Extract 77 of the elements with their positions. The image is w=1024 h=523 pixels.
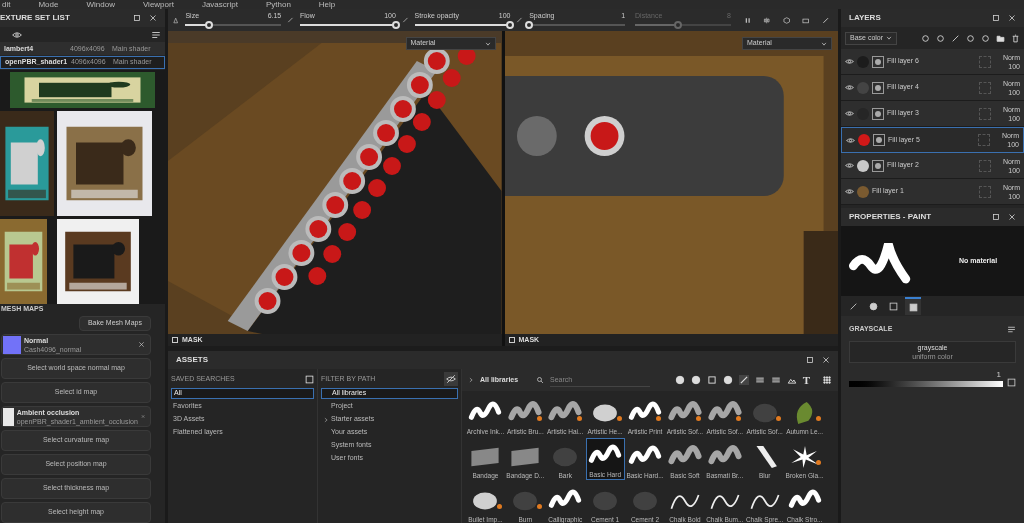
- brush-icon: [951, 33, 960, 43]
- slider[interactable]: [414, 21, 511, 30]
- menu-item[interactable]: Window: [86, 1, 115, 9]
- close-icon: [140, 413, 145, 420]
- search-icon: [536, 376, 544, 384]
- slider[interactable]: [849, 380, 1003, 387]
- badge-icon: [696, 416, 702, 421]
- brush-filter-icon: [738, 375, 749, 385]
- text-filter-button[interactable]: T: [802, 374, 810, 386]
- badge-icon: [536, 504, 542, 509]
- chevron-icon: [468, 377, 474, 383]
- eye-icon: [845, 83, 854, 92]
- badge-icon: [656, 416, 662, 421]
- caret-icon: [821, 40, 827, 47]
- menu-item[interactable]: dit: [2, 1, 11, 9]
- float-icon: [806, 356, 814, 364]
- panel-title: ASSETS: [176, 354, 208, 366]
- square-filter-icon: [706, 375, 717, 385]
- mask-thumbnail: [873, 134, 885, 146]
- caret-icon: [484, 40, 491, 47]
- menu-item[interactable]: Mode: [38, 1, 59, 9]
- brush-icon: [848, 301, 858, 311]
- mask-thumbnail: [872, 55, 884, 68]
- badge-icon: [816, 460, 821, 465]
- eye-icon: [845, 161, 854, 170]
- eye-icon: [845, 187, 854, 196]
- pen-icon: [401, 15, 409, 25]
- caret-icon: [886, 35, 892, 41]
- menu-icon: [1007, 324, 1016, 334]
- gradient-icon: [908, 302, 918, 312]
- float-icon: [992, 14, 1000, 22]
- float-icon: [133, 13, 141, 22]
- badge-icon: [776, 416, 782, 421]
- mask-thumbnail: [872, 81, 884, 94]
- panel-title: EXTURE SET LIST: [0, 11, 70, 24]
- close-icon: [1008, 213, 1016, 221]
- pen-icon: [287, 15, 294, 25]
- menu-item[interactable]: Help: [318, 1, 336, 9]
- tiles-filter-icon: [770, 375, 781, 385]
- cube-icon: [782, 14, 791, 26]
- mask-thumbnail: [872, 159, 884, 172]
- menu-item[interactable]: Viewport: [142, 1, 174, 9]
- float-icon: [992, 213, 1000, 221]
- pen-icon: [516, 15, 524, 25]
- badge-icon: [536, 416, 542, 421]
- close-icon: [1008, 14, 1016, 22]
- mask-thumbnail: [872, 107, 884, 120]
- sphere-icon: [868, 301, 878, 311]
- trash-icon: [1011, 33, 1020, 43]
- menu-item[interactable]: Python: [265, 1, 291, 9]
- badge-icon: [576, 416, 582, 421]
- grid-filter-icon: [754, 375, 765, 385]
- grid-view-icon: [822, 375, 832, 385]
- close-icon: [149, 13, 157, 22]
- panel-title: PROPERTIES - PAINT: [849, 211, 932, 223]
- menu-item[interactable]: Javascript: [201, 1, 238, 9]
- badge-icon: [736, 416, 742, 421]
- eye-icon: [845, 109, 854, 118]
- close-icon: [138, 341, 145, 348]
- eye-icon: [845, 57, 854, 66]
- badge-icon: [816, 416, 821, 421]
- badge-icon: [616, 416, 622, 421]
- hide-icon: [444, 372, 458, 386]
- folder-icon: [996, 33, 1005, 43]
- eye-icon: [846, 135, 855, 145]
- close-icon: [822, 356, 830, 364]
- menu-icon: [151, 29, 161, 40]
- panel-title: LAYERS: [849, 12, 881, 24]
- badge-icon: [496, 504, 502, 509]
- eye-icon: [12, 29, 22, 40]
- save-icon: [305, 374, 314, 384]
- property-tab[interactable]: [905, 297, 921, 315]
- circle-filter-icon: [722, 375, 733, 385]
- sphere-filter-icon: [674, 375, 685, 385]
- slider[interactable]: [185, 21, 282, 30]
- expand-icon: [323, 416, 329, 423]
- slider-value: 1: [996, 368, 1001, 381]
